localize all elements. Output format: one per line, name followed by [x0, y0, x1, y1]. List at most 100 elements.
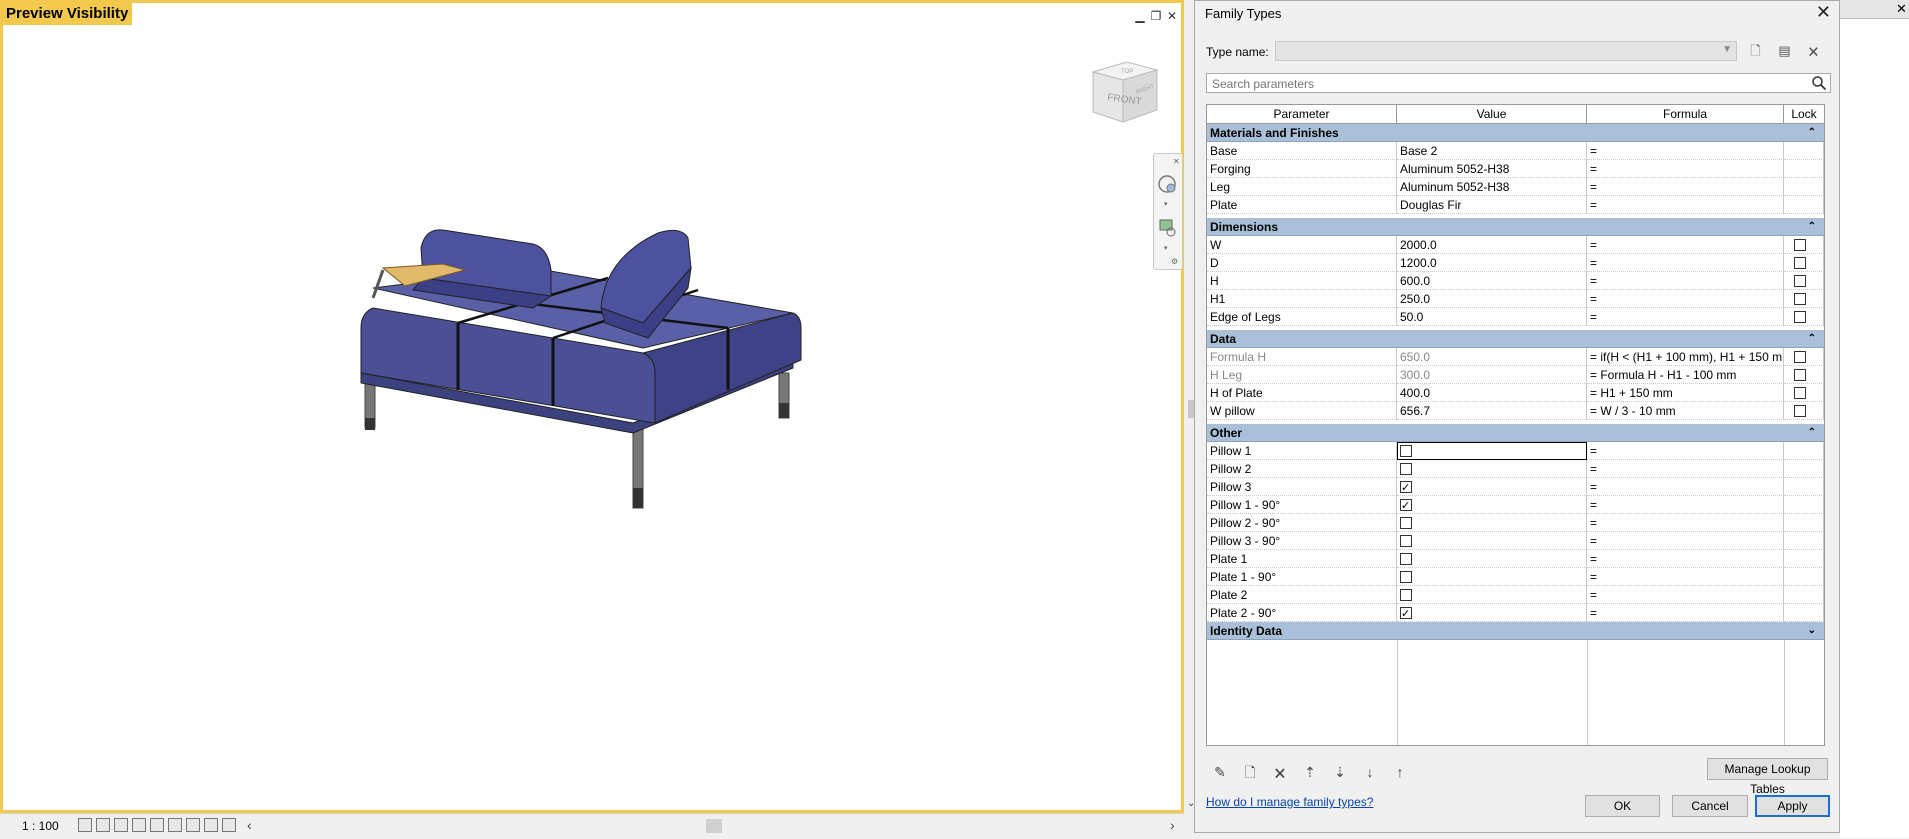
table-row[interactable]: Plate Douglas Fir =	[1207, 196, 1824, 214]
param-formula[interactable]: =	[1587, 568, 1784, 586]
view-cube[interactable]: FRONT TOP RIGHT	[1085, 58, 1163, 138]
param-value[interactable]	[1397, 532, 1587, 550]
param-formula[interactable]: =	[1587, 272, 1784, 290]
param-value[interactable]: 1200.0	[1397, 254, 1587, 272]
temporary-hide-icon[interactable]	[204, 818, 218, 832]
table-row[interactable]: Plate 1 =	[1207, 550, 1824, 568]
group-materials-and-finishes[interactable]: Materials and Finishes ⌃	[1207, 124, 1824, 142]
table-row[interactable]: W pillow 656.7 = W / 3 - 10 mm	[1207, 402, 1824, 420]
new-parameter-icon[interactable]: 🗋	[1241, 763, 1259, 781]
background-close-icon[interactable]: ✕	[1896, 1, 1907, 17]
horizontal-scroll-thumb[interactable]	[706, 819, 722, 833]
value-checkbox[interactable]	[1400, 552, 1412, 565]
sofa-3d-model[interactable]	[343, 178, 813, 513]
column-header-lock[interactable]: Lock	[1784, 105, 1824, 124]
lock-checkbox[interactable]	[1794, 311, 1806, 323]
table-row[interactable]: Pillow 2 - 90° =	[1207, 514, 1824, 532]
param-value[interactable]	[1397, 514, 1587, 532]
table-row[interactable]: Forging Aluminum 5052-H38 =	[1207, 160, 1824, 178]
sort-ascending-icon[interactable]: ↓	[1361, 763, 1379, 781]
param-formula[interactable]: =	[1587, 532, 1784, 550]
param-value[interactable]: Aluminum 5052-H38	[1397, 160, 1587, 178]
table-row[interactable]: W 2000.0 =	[1207, 236, 1824, 254]
param-value[interactable]: 600.0	[1397, 272, 1587, 290]
table-row[interactable]: H of Plate 400.0 = H1 + 150 mm	[1207, 384, 1824, 402]
table-row[interactable]: Pillow 3 - 90° =	[1207, 532, 1824, 550]
param-formula[interactable]: =	[1587, 604, 1784, 622]
table-row[interactable]: Pillow 1 - 90° =	[1207, 496, 1824, 514]
table-row[interactable]: H Leg 300.0 = Formula H - H1 - 100 mm	[1207, 366, 1824, 384]
param-formula[interactable]: =	[1587, 550, 1784, 568]
new-type-icon[interactable]: 🗋	[1747, 42, 1764, 59]
param-formula[interactable]: =	[1587, 290, 1784, 308]
param-value[interactable]	[1397, 478, 1587, 496]
param-formula[interactable]: =	[1587, 496, 1784, 514]
navbar-close-icon[interactable]: ✕	[1173, 157, 1180, 166]
reveal-hidden-icon[interactable]	[222, 818, 236, 832]
param-value[interactable]	[1397, 568, 1587, 586]
search-parameters-box[interactable]	[1206, 73, 1831, 93]
view-scale[interactable]: 1 : 100	[22, 819, 59, 833]
lock-checkbox[interactable]	[1794, 369, 1806, 381]
table-row[interactable]: H1 250.0 =	[1207, 290, 1824, 308]
value-checkbox[interactable]	[1400, 444, 1412, 457]
param-value[interactable]: Douglas Fir	[1397, 196, 1587, 214]
lock-checkbox[interactable]	[1794, 351, 1806, 363]
table-row[interactable]: Plate 1 - 90° =	[1207, 568, 1824, 586]
column-header-formula[interactable]: Formula	[1587, 105, 1784, 124]
param-value[interactable]: 250.0	[1397, 290, 1587, 308]
minimize-icon[interactable]: ▁	[1133, 9, 1147, 23]
group-other[interactable]: Other ⌃	[1207, 424, 1824, 442]
navbar-options-icon[interactable]: ⚙	[1171, 257, 1178, 266]
sun-path-icon[interactable]	[114, 818, 128, 832]
restore-icon[interactable]: ❐	[1149, 9, 1163, 23]
lock-checkbox[interactable]	[1794, 387, 1806, 399]
table-row[interactable]: Plate 2 - 90° =	[1207, 604, 1824, 622]
param-formula[interactable]: =	[1587, 460, 1784, 478]
value-checkbox[interactable]	[1400, 588, 1412, 601]
param-formula[interactable]: =	[1587, 142, 1784, 160]
close-icon[interactable]: ✕	[1165, 9, 1179, 23]
manage-lookup-tables-button[interactable]: Manage Lookup Tables	[1707, 758, 1828, 796]
table-row[interactable]: Pillow 2 =	[1207, 460, 1824, 478]
param-value[interactable]	[1397, 460, 1587, 478]
edit-parameter-icon[interactable]: ✎	[1211, 763, 1229, 781]
navigation-bar[interactable]: ✕ ▾ ▾ ⚙	[1153, 153, 1183, 270]
param-value[interactable]: 400.0	[1397, 384, 1587, 402]
help-link[interactable]: How do I manage family types?	[1206, 795, 1373, 809]
steering-dropdown-icon[interactable]: ▾	[1164, 201, 1168, 208]
value-checkbox[interactable]	[1400, 516, 1412, 529]
table-row[interactable]: Formula H 650.0 = if(H < (H1 + 100 mm), …	[1207, 348, 1824, 366]
value-checkbox[interactable]	[1400, 462, 1412, 475]
lock-checkbox[interactable]	[1794, 257, 1806, 269]
value-checkbox[interactable]	[1400, 534, 1412, 547]
param-value[interactable]	[1397, 604, 1587, 622]
table-row[interactable]: Leg Aluminum 5052-H38 =	[1207, 178, 1824, 196]
table-row[interactable]: Edge of Legs 50.0 =	[1207, 308, 1824, 326]
move-down-icon[interactable]: ⇣	[1331, 763, 1349, 781]
param-value[interactable]: 50.0	[1397, 308, 1587, 326]
collapse-icon[interactable]: ⌃	[1808, 424, 1816, 442]
param-value[interactable]: Base 2	[1397, 142, 1587, 160]
table-row[interactable]: Pillow 3 =	[1207, 478, 1824, 496]
param-formula[interactable]: = if(H < (H1 + 100 mm), H1 + 150 m	[1587, 348, 1784, 366]
param-formula[interactable]: =	[1587, 178, 1784, 196]
zoom-dropdown-icon[interactable]: ▾	[1164, 245, 1168, 252]
lock-checkbox[interactable]	[1794, 239, 1806, 251]
search-input[interactable]	[1210, 75, 1804, 93]
param-value[interactable]: 656.7	[1397, 402, 1587, 420]
rename-type-icon[interactable]: ▤	[1776, 42, 1793, 59]
detail-level-icon[interactable]	[78, 818, 92, 832]
scroll-right-icon[interactable]: ›	[1170, 817, 1175, 833]
expand-icon[interactable]: ⌄	[1808, 622, 1816, 640]
search-icon[interactable]	[1811, 75, 1827, 91]
table-row[interactable]: Base Base 2 =	[1207, 142, 1824, 160]
param-formula[interactable]: =	[1587, 586, 1784, 604]
shadows-icon[interactable]	[132, 818, 146, 832]
table-row[interactable]: D 1200.0 =	[1207, 254, 1824, 272]
lock-checkbox[interactable]	[1794, 293, 1806, 305]
visual-style-icon[interactable]	[96, 818, 110, 832]
preview-viewport[interactable]: Preview Visibility ▁ ❐ ✕ FRONT TOP RIGHT…	[0, 0, 1184, 813]
cancel-button[interactable]: Cancel	[1672, 795, 1748, 817]
param-value[interactable]	[1397, 442, 1587, 460]
